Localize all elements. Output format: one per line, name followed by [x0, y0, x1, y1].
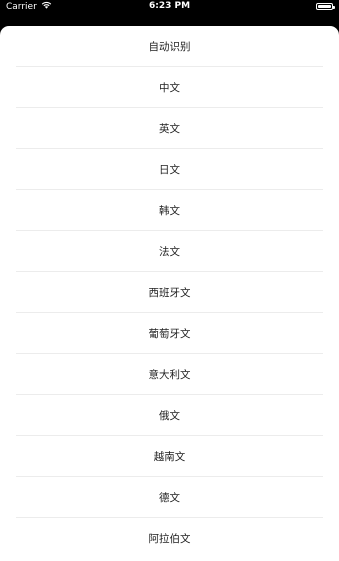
language-option-label: 意大利文	[148, 369, 191, 381]
language-option-auto-detect[interactable]: 自动识别	[0, 26, 339, 67]
language-option-label: 越南文	[153, 451, 186, 463]
language-option-label: 日文	[159, 164, 180, 176]
language-option-korean[interactable]: 韩文	[0, 190, 339, 231]
language-picker-sheet: 自动识别 中文 英文 日文 韩文 法文 西班牙文 葡萄牙文 意大利文 俄文 越南…	[0, 26, 339, 561]
language-option-vietnamese[interactable]: 越南文	[0, 436, 339, 477]
language-option-portuguese[interactable]: 葡萄牙文	[0, 313, 339, 354]
language-option-japanese[interactable]: 日文	[0, 149, 339, 190]
language-option-chinese[interactable]: 中文	[0, 67, 339, 108]
language-option-label: 韩文	[159, 205, 180, 217]
status-time: 6:23 PM	[148, 1, 191, 11]
language-option-label: 英文	[159, 123, 180, 135]
language-option-label: 俄文	[159, 410, 180, 422]
language-option-french[interactable]: 法文	[0, 231, 339, 272]
language-option-arabic[interactable]: 阿拉伯文	[0, 518, 339, 559]
status-bar: Carrier 6:23 PM	[0, 0, 339, 20]
language-list: 自动识别 中文 英文 日文 韩文 法文 西班牙文 葡萄牙文 意大利文 俄文 越南…	[0, 26, 339, 559]
language-option-german[interactable]: 德文	[0, 477, 339, 518]
language-option-italian[interactable]: 意大利文	[0, 354, 339, 395]
language-option-label: 中文	[159, 82, 180, 94]
language-option-russian[interactable]: 俄文	[0, 395, 339, 436]
language-option-english[interactable]: 英文	[0, 108, 339, 149]
language-option-spanish[interactable]: 西班牙文	[0, 272, 339, 313]
language-option-label: 自动识别	[148, 41, 191, 53]
language-option-label: 阿拉伯文	[148, 533, 191, 545]
language-option-label: 西班牙文	[148, 287, 191, 299]
language-option-label: 德文	[159, 492, 180, 504]
language-option-label: 葡萄牙文	[148, 328, 191, 340]
language-option-label: 法文	[159, 246, 180, 258]
battery-icon	[316, 3, 335, 10]
